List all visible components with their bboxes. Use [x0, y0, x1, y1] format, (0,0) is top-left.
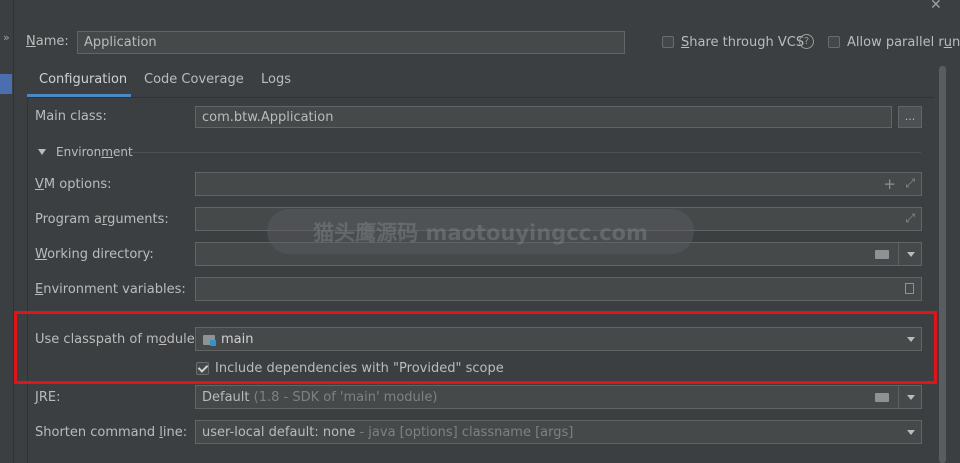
plus-icon[interactable]: + [883, 175, 896, 193]
scrollbar-thumb[interactable] [939, 66, 946, 463]
expand-left-icon[interactable]: » [3, 31, 10, 44]
dropdown-separator [898, 386, 899, 408]
env-section-text-2: ent [112, 145, 133, 159]
share-vcs-label[interactable]: Share through VCS [681, 35, 804, 50]
checkmark-icon [197, 362, 209, 373]
collapse-triangle-icon[interactable] [38, 149, 46, 155]
module-value: main [221, 331, 254, 347]
env-mnemonic: E [35, 282, 44, 297]
allow-parallel-label[interactable]: Allow parallel run [847, 35, 960, 50]
module-folder-icon [203, 335, 216, 346]
parallel-text-1: Allow parallel r [847, 35, 944, 50]
main-class-input[interactable]: com.btw.Application [195, 106, 892, 128]
program-arguments-label: Program arguments: [35, 212, 169, 227]
shorten-text-2: ine: [162, 425, 188, 440]
browse-dots: ... [904, 110, 916, 123]
jre-value: Default [202, 389, 250, 405]
shorten-command-line-select[interactable]: user-local default: none - java [options… [195, 420, 922, 444]
classpath-module-label: Use classpath of module: [35, 332, 199, 347]
watermark: 猫头鹰源码 maotouyingcc.com [267, 209, 694, 254]
chevron-down-icon[interactable] [907, 430, 915, 435]
main-class-value: com.btw.Application [202, 109, 334, 125]
name-input[interactable]: Application [77, 31, 625, 54]
main-class-browse-button[interactable]: ... [898, 106, 922, 128]
name-label-rest: ame: [35, 34, 69, 49]
expand-icon[interactable]: ⤢ [905, 176, 915, 191]
environment-section-label[interactable]: Environment [56, 145, 133, 159]
prog-text-1: Program a [35, 212, 102, 227]
dropdown-separator [898, 243, 899, 265]
vm-mnemonic: V [35, 177, 44, 192]
parallel-text-2: n [951, 35, 960, 50]
environment-variables-input[interactable] [195, 277, 922, 301]
tab-configuration[interactable]: Configuration [39, 72, 127, 87]
allow-parallel-checkbox[interactable] [828, 36, 840, 48]
module-text-1: Use classpath of m [35, 332, 159, 347]
parallel-mnemonic: u [943, 35, 952, 50]
wd-mnemonic: W [35, 247, 48, 262]
chevron-down-icon[interactable] [907, 395, 915, 400]
name-value: Application [84, 35, 157, 50]
jre-label: JRE: [35, 390, 60, 405]
folder-icon[interactable] [875, 250, 889, 259]
shorten-hint: - java [options] classname [args] [359, 424, 574, 440]
environment-variables-label: Environment variables: [35, 282, 186, 297]
share-vcs-checkbox[interactable] [662, 36, 674, 48]
help-icon[interactable]: ? [799, 34, 814, 49]
classpath-module-select[interactable]: main [195, 327, 922, 351]
wd-label-rest: orking directory: [47, 247, 154, 262]
prog-text-2: guments: [107, 212, 169, 227]
jre-label-rest: RE: [38, 390, 61, 405]
vm-options-label: VM options: [35, 177, 112, 192]
jre-select[interactable]: Default (1.8 - SDK of 'main' module) [195, 385, 922, 409]
main-class-label: Main class: [35, 109, 107, 124]
vm-label-rest: M options: [43, 177, 112, 192]
tab-logs[interactable]: Logs [261, 72, 291, 87]
module-mnemonic: o [158, 332, 167, 347]
chevron-down-icon[interactable] [907, 252, 915, 257]
working-directory-label: Working directory: [35, 247, 154, 262]
close-icon[interactable]: ✕ [930, 0, 942, 13]
tab-code-coverage[interactable]: Code Coverage [144, 72, 244, 87]
left-gutter-selection [0, 74, 12, 94]
include-provided-label[interactable]: Include dependencies with "Provided" sco… [215, 361, 504, 376]
left-gutter [0, 0, 14, 463]
document-icon[interactable] [905, 283, 914, 294]
env-section-text-1: Environ [56, 145, 102, 159]
expand-icon[interactable]: ⤢ [905, 211, 915, 226]
folder-icon[interactable] [875, 393, 889, 402]
env-section-mnemonic: m [101, 145, 113, 159]
shorten-value: user-local default: none [202, 424, 356, 440]
shorten-command-line-label: Shorten command line: [35, 425, 187, 440]
env-label-rest: nvironment variables: [43, 282, 186, 297]
name-label: Name: [26, 34, 69, 49]
name-mnemonic: N [26, 34, 36, 49]
module-badge [210, 340, 216, 346]
share-label-rest: hare through VCS [689, 35, 805, 50]
shorten-text-1: Shorten command [35, 425, 160, 440]
environment-separator [131, 152, 921, 153]
include-provided-checkbox[interactable] [196, 362, 209, 375]
jre-hint: (1.8 - SDK of 'main' module) [253, 389, 438, 405]
watermark-text: 猫头鹰源码 maotouyingcc.com [313, 220, 648, 245]
chevron-down-icon[interactable] [907, 337, 915, 342]
vm-options-input[interactable]: + ⤢ [195, 172, 922, 196]
